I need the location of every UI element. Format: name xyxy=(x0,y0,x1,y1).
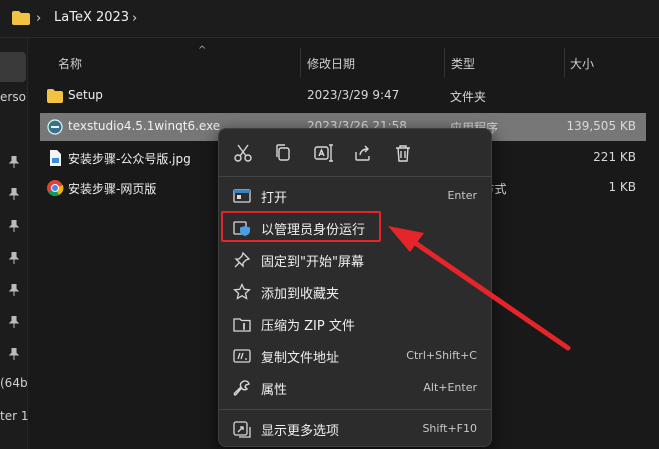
column-date[interactable]: 修改日期 xyxy=(307,55,355,72)
folder-icon xyxy=(12,11,30,25)
pin-icon xyxy=(9,284,19,296)
column-size[interactable]: 大小 xyxy=(570,55,594,72)
menu-item-label: 固定到"开始"屏幕 xyxy=(261,255,364,270)
file-date: 2023/3/29 9:47 xyxy=(307,88,400,102)
pin-icon xyxy=(9,156,19,168)
context-menu: 打开 Enter 以管理员身份运行 固定到"开始"屏幕 添加到收藏夹 压缩为 Z… xyxy=(218,128,492,447)
menu-divider xyxy=(219,176,491,177)
menu-item-shortcut: Ctrl+Shift+C xyxy=(406,349,477,362)
menu-item-label: 显示更多选项 xyxy=(261,424,340,439)
file-name: 安装步骤-公众号版.jpg xyxy=(68,152,191,166)
nav-item-label[interactable]: (64b xyxy=(0,376,28,390)
copy-path-icon xyxy=(233,349,251,363)
column-divider[interactable] xyxy=(300,48,301,78)
navigation-pane: erso (64b ter 1 xyxy=(0,38,28,449)
file-size: 221 KB xyxy=(593,150,636,164)
file-type: 文件夹 xyxy=(450,90,487,104)
column-divider[interactable] xyxy=(444,48,445,78)
delete-icon[interactable] xyxy=(391,141,415,165)
more-options-icon xyxy=(233,421,251,438)
file-row-setup[interactable]: Setup 2023/3/29 9:47 文件夹 xyxy=(40,82,646,110)
file-name: 安装步骤-网页版 xyxy=(68,182,157,196)
pin-icon xyxy=(9,252,19,264)
star-icon xyxy=(233,283,251,300)
sort-indicator: ^ xyxy=(198,45,207,56)
menu-divider xyxy=(219,409,491,410)
rename-icon[interactable] xyxy=(311,141,335,165)
annotation-highlight-box xyxy=(221,211,381,242)
menu-item-label: 添加到收藏夹 xyxy=(261,287,340,302)
nav-item-label[interactable]: erso xyxy=(0,90,28,104)
file-name: texstudio4.5.1winqt6.exe xyxy=(68,119,221,133)
menu-item-compress-zip[interactable]: 压缩为 ZIP 文件 xyxy=(223,309,487,339)
column-name[interactable]: 名称 xyxy=(58,55,82,72)
image-file-icon xyxy=(50,150,61,166)
exe-icon xyxy=(47,119,63,135)
menu-item-label: 压缩为 ZIP 文件 xyxy=(261,319,355,334)
menu-item-label: 打开 xyxy=(261,191,288,206)
column-divider[interactable] xyxy=(564,48,565,78)
zip-icon xyxy=(233,318,251,332)
column-type[interactable]: 类型 xyxy=(451,55,475,72)
address-bar[interactable]: › LaTeX 2023 › xyxy=(0,0,659,38)
share-icon[interactable] xyxy=(351,141,375,165)
copy-icon[interactable] xyxy=(271,141,295,165)
nav-selected-item[interactable] xyxy=(0,52,26,82)
menu-item-shortcut: Alt+Enter xyxy=(423,381,477,394)
folder-icon xyxy=(47,89,63,103)
nav-item-label[interactable]: ter 1 xyxy=(0,409,28,423)
pin-icon xyxy=(9,348,19,360)
menu-item-copy-path[interactable]: 复制文件地址 Ctrl+Shift+C xyxy=(223,341,487,371)
pin-icon xyxy=(9,316,19,328)
file-name: Setup xyxy=(68,88,103,102)
breadcrumb-chevron[interactable]: › xyxy=(132,11,137,26)
menu-item-shortcut: Shift+F10 xyxy=(422,422,477,435)
file-size: 139,505 KB xyxy=(566,119,636,133)
breadcrumb-latex-2023[interactable]: LaTeX 2023 xyxy=(54,10,129,25)
open-icon xyxy=(233,189,251,203)
menu-item-pin-to-start[interactable]: 固定到"开始"屏幕 xyxy=(223,245,487,275)
menu-item-add-to-favorites[interactable]: 添加到收藏夹 xyxy=(223,277,487,307)
pin-icon xyxy=(9,220,19,232)
menu-item-show-more-options[interactable]: 显示更多选项 Shift+F10 xyxy=(223,414,487,444)
pin-icon xyxy=(234,251,251,268)
column-header: ^ 名称 修改日期 类型 大小 xyxy=(28,45,659,78)
menu-item-shortcut: Enter xyxy=(447,189,477,202)
chrome-shortcut-icon xyxy=(47,180,64,196)
cut-icon[interactable] xyxy=(231,141,255,165)
menu-item-properties[interactable]: 属性 Alt+Enter xyxy=(223,373,487,403)
menu-item-label: 属性 xyxy=(261,383,288,398)
pin-icon xyxy=(9,188,19,200)
file-size: 1 KB xyxy=(608,180,636,194)
menu-item-open[interactable]: 打开 Enter xyxy=(223,181,487,211)
wrench-icon xyxy=(233,380,250,396)
menu-item-label: 复制文件地址 xyxy=(261,351,340,366)
breadcrumb-chevron[interactable]: › xyxy=(36,11,41,26)
